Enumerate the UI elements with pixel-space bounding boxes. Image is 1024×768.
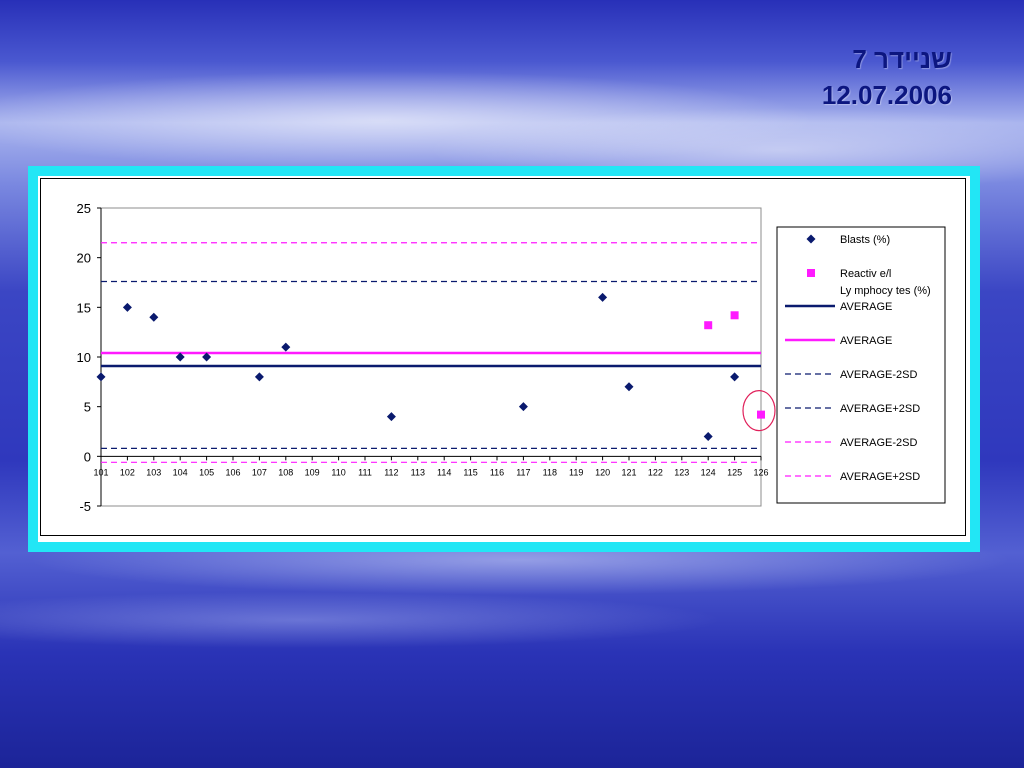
plot-area [100, 207, 762, 507]
legend-symbol-lymphocytes [807, 269, 815, 277]
slide-title: שניידר 7 [852, 44, 952, 74]
x-tick-label: 117 [516, 467, 530, 477]
x-tick-label: 124 [701, 467, 716, 477]
legend-label-reference: AVERAGE [840, 335, 892, 347]
x-tick-label: 107 [252, 467, 267, 477]
lymphocytes-point [704, 321, 713, 330]
lymphocytes-point [730, 311, 739, 320]
legend-label-reference: AVERAGE+2SD [840, 471, 920, 483]
legend-label-lymphocytes: Ly mphocy tes (%) [840, 285, 931, 297]
x-tick-label: 123 [674, 467, 689, 477]
chart-frame: -5 0 5 10 15 20 25 101 102 103 104 105 106 107 108 109 1… [28, 166, 980, 552]
chart-area: -5 0 5 10 15 20 25 101 102 103 104 105 106 107 108 109 1… [40, 178, 966, 536]
y-tick-label: -5 [79, 499, 91, 514]
legend-label-reference: AVERAGE-2SD [840, 437, 917, 449]
x-tick-label: 126 [753, 467, 768, 477]
x-tick-label: 110 [331, 467, 345, 477]
slide-date: 12.07.2006 [821, 80, 952, 110]
x-tick-label: 104 [173, 467, 188, 477]
legend-label-lymphocytes: Reactiv e/l [840, 268, 891, 280]
x-tick-label: 119 [569, 467, 583, 477]
x-tick-label: 122 [648, 467, 663, 477]
x-tick-label: 102 [120, 467, 135, 477]
x-tick-label: 115 [463, 467, 477, 477]
x-tick-label: 113 [411, 467, 425, 477]
y-tick-label: 20 [77, 251, 91, 266]
x-tick-label: 116 [490, 467, 504, 477]
x-tick-label: 120 [595, 467, 610, 477]
x-tick-label: 118 [543, 467, 557, 477]
x-tick-label: 111 [358, 467, 372, 477]
y-tick-label: 25 [77, 201, 91, 216]
x-tick-label: 105 [199, 467, 214, 477]
x-tick-label: 106 [225, 467, 240, 477]
x-tick-label: 103 [146, 467, 161, 477]
x-tick-label: 125 [727, 467, 742, 477]
legend-label-reference: AVERAGE+2SD [840, 403, 920, 415]
legend-label-blasts: Blasts (%) [840, 234, 890, 246]
lymphocytes-point [757, 410, 765, 419]
x-tick-label: 114 [437, 467, 451, 477]
y-tick-label: 15 [77, 300, 91, 315]
x-tick-label: 109 [305, 467, 320, 477]
legend-label-reference: AVERAGE-2SD [840, 369, 917, 381]
chart-svg: -5 0 5 10 15 20 25 101 102 103 104 105 106 107 108 109 1… [77, 201, 946, 514]
x-tick-label: 121 [621, 467, 636, 477]
y-tick-label: 10 [77, 350, 91, 365]
x-tick-label: 101 [93, 467, 108, 477]
y-tick-label: 0 [84, 449, 91, 464]
x-tick-label: 112 [384, 467, 398, 477]
y-tick-label: 5 [84, 400, 91, 415]
legend-label-reference: AVERAGE [840, 301, 892, 313]
chart-frame-inner: -5 0 5 10 15 20 25 101 102 103 104 105 106 107 108 109 1… [38, 176, 970, 542]
x-tick-label: 108 [278, 467, 293, 477]
